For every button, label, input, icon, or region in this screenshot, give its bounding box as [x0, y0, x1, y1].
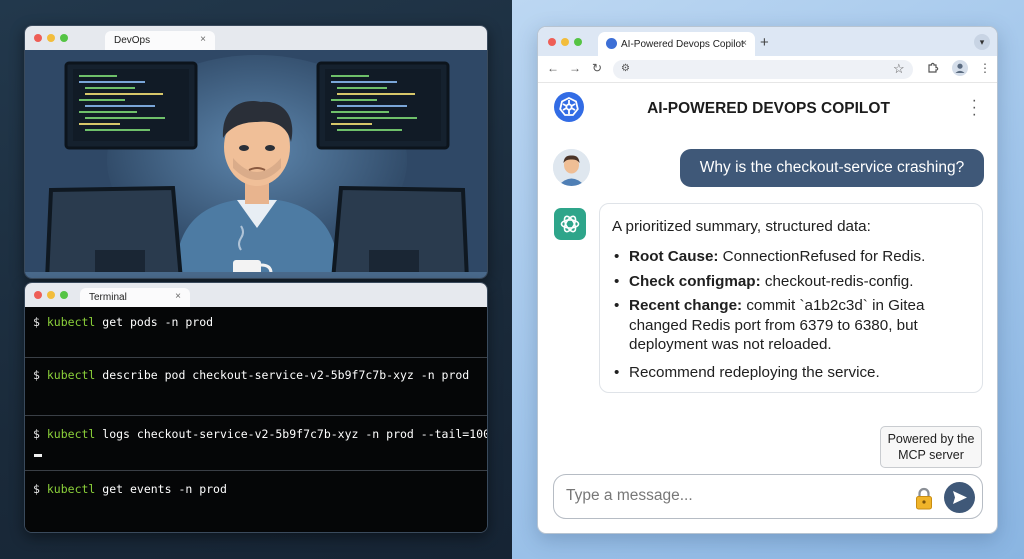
powered-by-tooltip: Powered by the MCP server — [880, 426, 982, 468]
close-window-button[interactable] — [34, 34, 42, 42]
kubernetes-icon — [606, 38, 617, 49]
maximize-window-button[interactable] — [60, 34, 68, 42]
prompt-symbol: $ — [33, 427, 40, 441]
window-controls — [34, 34, 68, 42]
openai-icon — [554, 208, 586, 240]
list-item: Recent change: commit `a1b2c3d` in Gitea… — [612, 296, 974, 355]
monitor-left-front — [45, 185, 183, 278]
send-icon — [953, 491, 967, 504]
terminal-titlebar: Terminal × — [25, 283, 487, 307]
minimize-window-button[interactable] — [47, 291, 55, 299]
terminal-cursor — [34, 454, 42, 457]
tab-close-icon[interactable]: × — [175, 291, 181, 302]
terminal-output[interactable]: $ kubectl get pods -n prod $ kubectl des… — [25, 307, 488, 532]
more-options-icon[interactable]: · · · — [972, 93, 977, 123]
tab-terminal[interactable]: Terminal × — [80, 288, 190, 307]
prompt-symbol: $ — [33, 482, 40, 496]
window-controls — [34, 291, 68, 299]
minimize-window-button[interactable] — [561, 38, 569, 46]
list-item-label: Check configmap: — [629, 272, 761, 290]
ai-response-intro: A prioritized summary, structured data: — [612, 218, 871, 235]
monitor-right-back — [316, 61, 450, 150]
developer-illustration — [25, 50, 487, 278]
forward-arrow-icon[interactable]: → — [569, 61, 581, 75]
terminal-command-line: $ kubectl get events -n prod — [33, 482, 227, 496]
message-composer — [553, 474, 983, 519]
terminal-command-line: $ kubectl describe pod checkout-service-… — [33, 368, 469, 382]
list-item-label: Recent change: — [629, 297, 743, 314]
ai-response-bubble: A prioritized summary, structured data: … — [599, 203, 983, 393]
tab-devops[interactable]: DevOps × — [105, 31, 215, 50]
ai-response-list: Root Cause: ConnectionRefused for Redis.… — [612, 247, 974, 387]
site-settings-icon[interactable]: ⚙ — [621, 63, 630, 74]
prompt-symbol: $ — [33, 368, 40, 382]
reload-icon[interactable]: ↻ — [592, 61, 602, 75]
user-avatar — [553, 149, 590, 186]
terminal-divider — [25, 470, 487, 471]
user-message-bubble: Why is the checkout-service crashing? — [680, 149, 984, 187]
window-controls — [548, 38, 582, 46]
chat-title: AI-POWERED DEVOPS COPILOT — [647, 100, 890, 117]
close-window-button[interactable] — [548, 38, 556, 46]
command-keyword: kubectl — [46, 315, 96, 329]
back-arrow-icon[interactable]: ← — [547, 61, 559, 75]
browser-menu-icon[interactable]: ⋮ — [979, 61, 991, 75]
devops-window-titlebar: DevOps × — [25, 26, 487, 50]
tab-title: AI-Powered Devops Copilot — [621, 39, 744, 50]
tab-close-icon[interactable]: × — [741, 38, 747, 49]
terminal-command-line: $ kubectl get pods -n prod — [33, 315, 213, 329]
profile-avatar-icon[interactable] — [952, 60, 968, 79]
terminal-window: Terminal × $ kubectl get pods -n prod $ … — [24, 282, 488, 533]
chevron-down-icon[interactable]: ▾ — [974, 34, 990, 50]
prompt-symbol: $ — [33, 315, 40, 329]
message-input[interactable] — [566, 487, 866, 505]
list-item-label: Root Cause: — [629, 248, 719, 265]
terminal-divider — [25, 357, 487, 358]
terminal-divider — [25, 415, 487, 416]
list-item: Check configmap: checkout-redis-config. — [612, 272, 974, 292]
terminal-command-line: $ kubectl logs checkout-service-v2-5b9f7… — [33, 427, 488, 441]
devops-window: DevOps × — [24, 25, 488, 279]
monitor-right-front — [331, 185, 469, 278]
tab-terminal-label: Terminal — [89, 292, 127, 303]
browser-window: AI-Powered Devops Copilot × + ▾ ← → ↻ ⚙ … — [537, 26, 998, 534]
minimize-window-button[interactable] — [47, 34, 55, 42]
command-keyword: kubectl — [46, 368, 96, 382]
command-args: get events -n prod — [102, 482, 227, 496]
bookmark-star-icon[interactable]: ☆ — [893, 61, 905, 77]
address-bar[interactable]: ⚙ ☆ — [613, 60, 913, 79]
tab-devops-label: DevOps — [114, 35, 151, 46]
chat-header: AI-POWERED DEVOPS COPILOT · · · — [538, 83, 997, 133]
monitor-left-back — [64, 61, 198, 150]
command-keyword: kubectl — [46, 427, 96, 441]
tab-copilot[interactable]: AI-Powered Devops Copilot × — [598, 32, 755, 56]
list-item-text: Recommend redeploying the service. — [629, 363, 880, 381]
command-args: describe pod checkout-service-v2-5b9f7c7… — [102, 368, 470, 382]
command-keyword: kubectl — [46, 482, 96, 496]
lock-icon — [915, 486, 933, 510]
command-args: logs checkout-service-v2-5b9f7c7b-xyz -n… — [102, 427, 488, 441]
list-item: Recommend redeploying the service. — [612, 363, 974, 383]
close-window-button[interactable] — [34, 291, 42, 299]
send-button[interactable] — [944, 482, 975, 513]
list-item: Root Cause: ConnectionRefused for Redis. — [612, 247, 974, 267]
list-item-text: ConnectionRefused for Redis. — [718, 248, 926, 265]
stressed-developer-illustration — [25, 50, 487, 278]
new-tab-button[interactable]: + — [760, 34, 769, 51]
list-item-text: checkout-redis-config. — [760, 272, 914, 290]
extensions-puzzle-icon[interactable] — [927, 61, 939, 76]
browser-tab-bar: AI-Powered Devops Copilot × + ▾ — [538, 27, 997, 56]
browser-toolbar: ← → ↻ ⚙ ☆ ⋮ — [538, 56, 997, 83]
maximize-window-button[interactable] — [60, 291, 68, 299]
maximize-window-button[interactable] — [574, 38, 582, 46]
command-args: get pods -n prod — [102, 315, 214, 329]
tab-close-icon[interactable]: × — [200, 34, 206, 45]
